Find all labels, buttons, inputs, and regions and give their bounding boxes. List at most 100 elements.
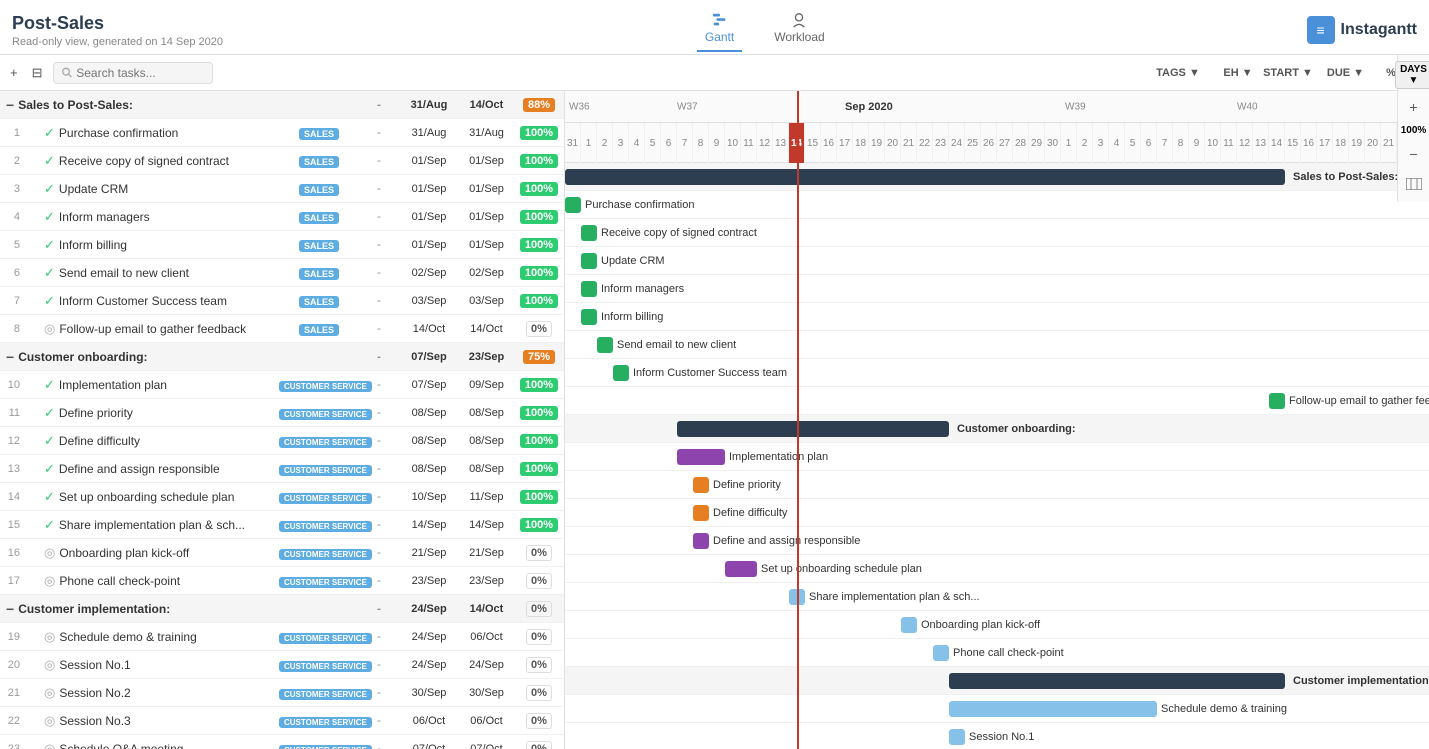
tag-badge: CUSTOMER SERVICE [279, 409, 372, 420]
search-box[interactable] [53, 62, 213, 84]
task-row: 21 ◎ Session No.2 CUSTOMER SERVICE - 30/… [0, 679, 564, 707]
task-tags: SALES [279, 154, 359, 168]
gantt-panel: W36 W37 Sep 2020 W39 W40 W41 W 311234567… [565, 91, 1429, 749]
tags-header[interactable]: TAGS ▼ [1138, 67, 1218, 79]
group-row: − Customer implementation: - 24/Sep 14/O… [0, 595, 564, 623]
group-name: Sales to Post-Sales: [18, 98, 133, 112]
gantt-tab-label: Gantt [705, 30, 734, 44]
gantt-task-bar [949, 701, 1157, 717]
day-cell: 17 [837, 123, 853, 163]
task-pct: 100% [514, 405, 564, 420]
tag-badge: SALES [299, 184, 339, 196]
logo-text: Instagantt [1341, 21, 1417, 39]
tag-badge: CUSTOMER SERVICE [279, 465, 372, 476]
task-due: 01/Sep [459, 239, 514, 251]
task-start: 24/Sep [399, 631, 459, 643]
task-name-text: Session No.2 [59, 686, 130, 700]
task-rows: − Sales to Post-Sales: - 31/Aug 14/Oct 8… [0, 91, 564, 749]
task-name: ✓ Share implementation plan & sch... [24, 517, 279, 533]
task-due: 14/Oct [459, 323, 514, 335]
page-title: Post-Sales [12, 13, 223, 34]
task-eh: - [359, 127, 399, 139]
group-pct-badge: 0% [526, 601, 552, 617]
task-number: 23 [0, 743, 24, 749]
task-pct-badge: 100% [520, 406, 558, 420]
day-cell: 31 [565, 123, 581, 163]
task-number: 2 [0, 155, 24, 167]
due-header[interactable]: DUE ▼ [1318, 67, 1373, 79]
tag-badge: CUSTOMER SERVICE [279, 745, 372, 749]
task-due: 01/Sep [459, 211, 514, 223]
task-pct-badge: 100% [520, 462, 558, 476]
task-number: 7 [0, 295, 24, 307]
task-name-text: Schedule demo & training [59, 630, 196, 644]
search-input[interactable] [76, 66, 203, 80]
tab-workload[interactable]: Workload [766, 8, 832, 52]
start-header[interactable]: START ▼ [1258, 67, 1318, 79]
task-eh: - [359, 547, 399, 559]
task-tags: SALES [279, 238, 359, 252]
task-name: ✓ Set up onboarding schedule plan [24, 489, 279, 505]
task-pct: 0% [514, 741, 564, 749]
task-pct: 100% [514, 153, 564, 168]
check-icon: ✓ [44, 461, 55, 477]
gantt-task-label: Inform billing [601, 311, 663, 323]
gantt-task-row: Inform billing [565, 303, 1429, 331]
task-pct: 100% [514, 125, 564, 140]
tab-gantt[interactable]: Gantt [697, 8, 742, 52]
eh-header[interactable]: EH ▼ [1218, 67, 1258, 79]
task-name-text: Phone call check-point [59, 574, 180, 588]
task-due: 07/Oct [459, 743, 514, 749]
week36-label: W36 [565, 101, 590, 112]
collapse-button[interactable]: ⊟ [28, 63, 47, 83]
group-toggle-icon[interactable]: − [6, 97, 14, 113]
map-button[interactable] [1402, 172, 1426, 196]
group-toggle-icon[interactable]: − [6, 601, 14, 617]
task-pct-badge: 0% [526, 321, 552, 337]
task-pct-badge: 100% [520, 378, 558, 392]
gantt-task-row: Set up onboarding schedule plan [565, 555, 1429, 583]
task-row: 15 ✓ Share implementation plan & sch... … [0, 511, 564, 539]
tag-badge: CUSTOMER SERVICE [279, 717, 372, 728]
day-cell: 25 [965, 123, 981, 163]
task-due: 11/Sep [459, 491, 514, 503]
gantt-task-bar [725, 561, 757, 577]
task-number: 5 [0, 239, 24, 251]
zoom-in-button[interactable]: + [1402, 95, 1426, 119]
task-pct: 100% [514, 209, 564, 224]
task-name: ✓ Define and assign responsible [24, 461, 279, 477]
day-cell: 6 [661, 123, 677, 163]
task-name: ✓ Inform billing [24, 237, 279, 253]
task-pct-badge: 100% [520, 294, 558, 308]
task-row: 19 ◎ Schedule demo & training CUSTOMER S… [0, 623, 564, 651]
gantt-task-row: Send email to new client [565, 331, 1429, 359]
task-pct: 100% [514, 293, 564, 308]
task-name-text: Define and assign responsible [59, 462, 220, 476]
zoom-out-button[interactable]: − [1402, 142, 1426, 166]
task-start: 23/Sep [399, 575, 459, 587]
gantt-task-label: Schedule demo & training [1161, 703, 1287, 715]
day-cell: 13 [773, 123, 789, 163]
day-cell: 18 [853, 123, 869, 163]
day-cell: 3 [613, 123, 629, 163]
task-name: ◎ Follow-up email to gather feedback [24, 321, 279, 337]
gantt-task-row: Schedule demo & training [565, 695, 1429, 723]
header-right: ≡ Instagantt [1307, 16, 1417, 44]
task-name-text: Define difficulty [59, 434, 140, 448]
group-due: 14/Oct [459, 603, 514, 615]
task-pct: 0% [514, 321, 564, 337]
add-row-button[interactable]: + [6, 63, 22, 82]
task-number: 13 [0, 463, 24, 475]
gantt-task-row: Define priority [565, 471, 1429, 499]
task-pct-badge: 0% [526, 629, 552, 645]
week39-label: W39 [1065, 101, 1086, 112]
group-toggle-icon[interactable]: − [6, 349, 14, 365]
task-name: ◎ Session No.3 [24, 713, 279, 729]
day-cell: 27 [997, 123, 1013, 163]
gantt-group-bar [949, 673, 1285, 689]
app-logo: ≡ Instagantt [1307, 16, 1417, 44]
days-button[interactable]: DAYS ▼ [1395, 61, 1429, 89]
task-start: 03/Sep [399, 295, 459, 307]
gantt-days-row: 3112345678910111213141516171819202122232… [565, 123, 1429, 163]
day-cell: 17 [1317, 123, 1333, 163]
